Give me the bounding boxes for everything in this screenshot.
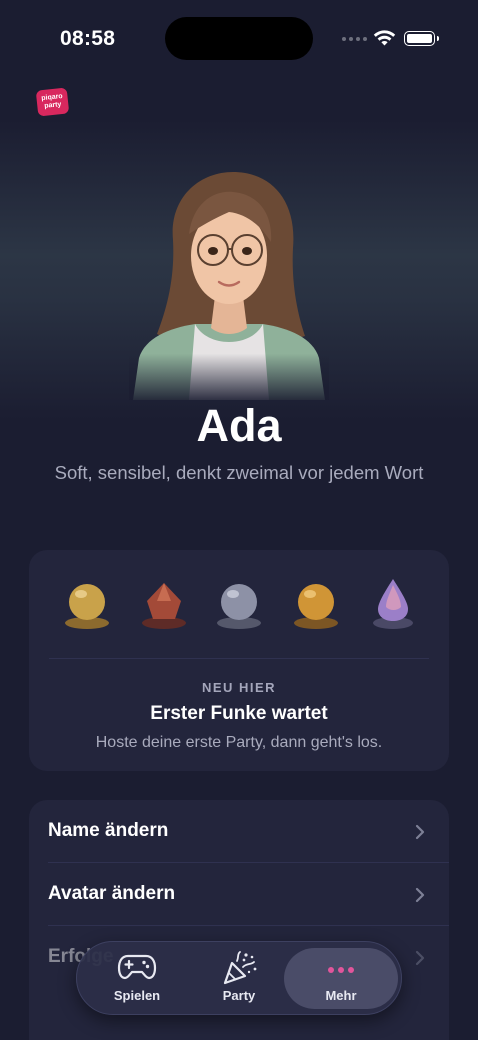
dynamic-island [165, 17, 313, 60]
gamepad-icon [117, 954, 157, 980]
settings-row-label: Name ändern [48, 820, 169, 841]
gold-orb-icon [65, 584, 109, 629]
party-popper-icon [223, 951, 257, 985]
chevron-right-icon [415, 824, 425, 840]
tab-label: Mehr [325, 988, 357, 1003]
wifi-icon [373, 30, 396, 46]
settings-row-change-name[interactable]: Name ändern [29, 800, 449, 862]
level-subtitle: Hoste deine erste Party, dann geht's los… [95, 734, 383, 751]
chevron-right-icon [415, 887, 425, 903]
status-time: 08:58 [60, 27, 116, 50]
level-card: NEU HIER Erster Funke wartet Hoste deine… [29, 550, 449, 771]
card-divider [49, 658, 429, 659]
status-bar: 08:58 [0, 0, 478, 78]
level-kicker: NEU HIER [201, 680, 277, 695]
ruby-crystal-icon [142, 583, 186, 629]
profile-bio: Soft, sensibel, denkt zweimal vor jedem … [54, 462, 424, 483]
profile-avatar [129, 168, 329, 400]
tab-mehr[interactable]: Mehr [299, 942, 383, 1016]
tab-label: Party [222, 988, 256, 1003]
tab-bar: Spielen Party Mehr [76, 941, 402, 1015]
level-title: Erster Funke wartet [150, 703, 328, 724]
silver-orb-icon [217, 584, 261, 629]
cellular-signal-icon [342, 37, 367, 41]
app-logo: piqaro party [35, 87, 70, 117]
tab-party[interactable]: Party [197, 942, 281, 1016]
tab-spielen[interactable]: Spielen [95, 942, 179, 1016]
opal-drop-icon [373, 579, 413, 629]
tab-label: Spielen [113, 988, 161, 1003]
chevron-right-icon [415, 950, 425, 966]
profile-name: Ada [196, 400, 282, 451]
gem-row [29, 575, 449, 635]
settings-row-label: Avatar ändern [48, 883, 176, 904]
logo-text-line2: party [43, 101, 62, 110]
more-dots-icon [328, 967, 354, 973]
amber-orb-icon [294, 584, 338, 629]
battery-icon [404, 31, 439, 46]
settings-row-change-avatar[interactable]: Avatar ändern [29, 863, 449, 925]
